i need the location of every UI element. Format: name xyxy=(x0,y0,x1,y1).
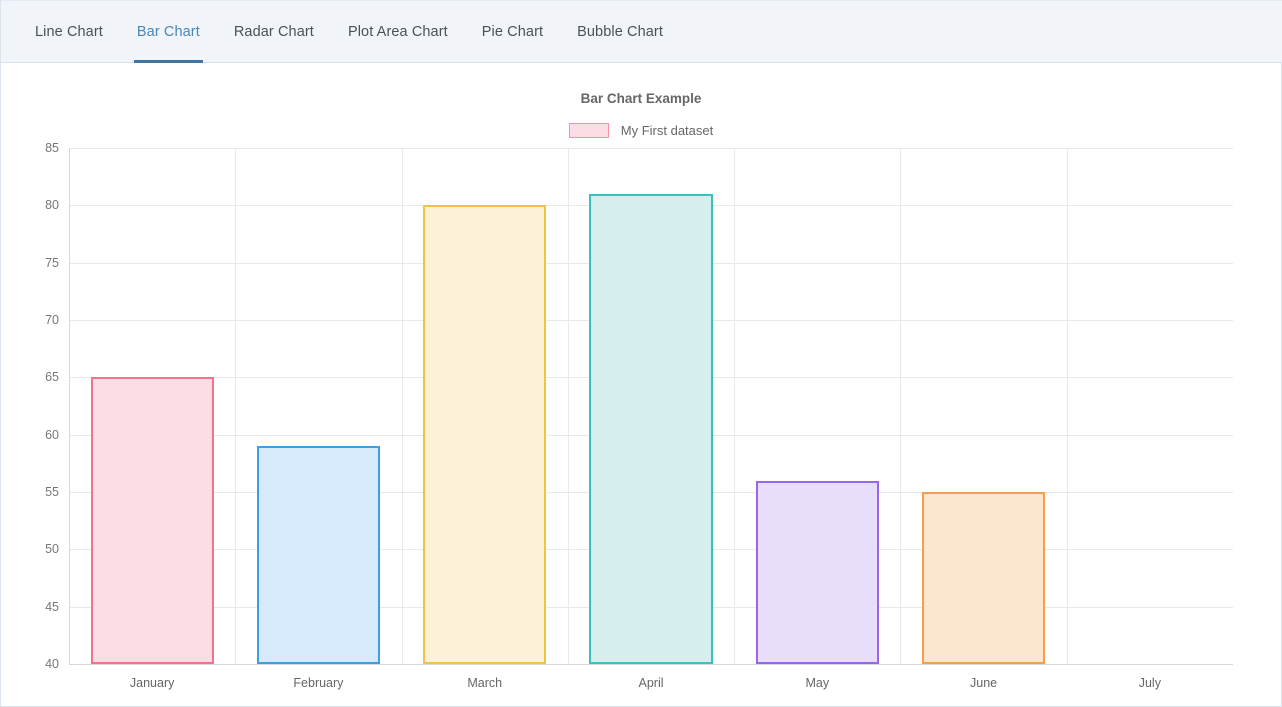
legend-item-label: My First dataset xyxy=(620,123,714,138)
gridline-horizontal xyxy=(69,664,1233,665)
y-axis-tick-label: 45 xyxy=(45,599,59,614)
bar-june[interactable] xyxy=(922,492,1046,664)
x-axis-tick-label: April xyxy=(638,676,664,690)
y-axis-line xyxy=(69,148,70,664)
gridline-vertical xyxy=(402,148,403,664)
y-axis-tick-label: 55 xyxy=(45,485,59,499)
y-axis-tick-label: 85 xyxy=(45,141,59,155)
bar-february[interactable] xyxy=(256,446,380,664)
legend-item[interactable]: My First dataset xyxy=(568,123,714,138)
chart-panel: Bar Chart Example My First dataset 40 45 5… xyxy=(0,63,1282,707)
chart-legend: My First dataset xyxy=(1,123,1281,138)
gridline-vertical xyxy=(900,148,901,664)
tab-bubble-chart[interactable]: Bubble Chart xyxy=(560,1,680,62)
bar-march[interactable] xyxy=(423,205,547,664)
gridline-vertical xyxy=(1067,148,1068,664)
gridline-vertical xyxy=(568,148,569,664)
plot-area: 40 45 50 55 60 65 70 75 80 85 January February March… xyxy=(45,141,1233,690)
chart-type-tabbar: Line Chart Bar Chart Radar Chart Plot Area … xyxy=(0,0,1282,63)
x-axis-tick-label: February xyxy=(293,676,344,690)
y-axis-tick-label: 80 xyxy=(45,198,59,213)
x-axis-tick-label: January xyxy=(129,676,175,690)
y-axis-tick-label: 60 xyxy=(45,427,59,442)
x-axis-tick-label: June xyxy=(970,676,998,690)
gridline-vertical xyxy=(734,148,735,664)
x-axis-tick-label: March xyxy=(467,676,503,690)
bar-may[interactable] xyxy=(755,480,879,664)
gridline-horizontal xyxy=(69,148,1233,149)
bar-january[interactable] xyxy=(90,377,214,664)
tab-list: Line Chart Bar Chart Radar Chart Plot Area … xyxy=(1,1,680,63)
x-axis-tick-label: May xyxy=(805,676,830,690)
chart-title: Bar Chart Example xyxy=(580,91,702,106)
y-axis-tick-label: 70 xyxy=(45,313,59,327)
legend-color-swatch xyxy=(568,123,609,138)
y-axis-tick-label: 65 xyxy=(45,370,59,385)
tab-radar-chart[interactable]: Radar Chart xyxy=(217,1,331,62)
tab-line-chart[interactable]: Line Chart xyxy=(18,1,120,62)
gridline-vertical xyxy=(235,148,236,664)
bar-april[interactable] xyxy=(589,193,713,664)
tab-bar-chart[interactable]: Bar Chart xyxy=(120,1,217,63)
tab-pie-chart[interactable]: Pie Chart xyxy=(465,1,560,62)
x-axis-tick-label: July xyxy=(1138,676,1161,690)
tab-plot-area-chart[interactable]: Plot Area Chart xyxy=(331,1,465,62)
y-axis-tick-label: 75 xyxy=(45,255,59,270)
y-axis-tick-label: 50 xyxy=(45,542,59,557)
y-axis-tick-label: 40 xyxy=(45,657,59,671)
